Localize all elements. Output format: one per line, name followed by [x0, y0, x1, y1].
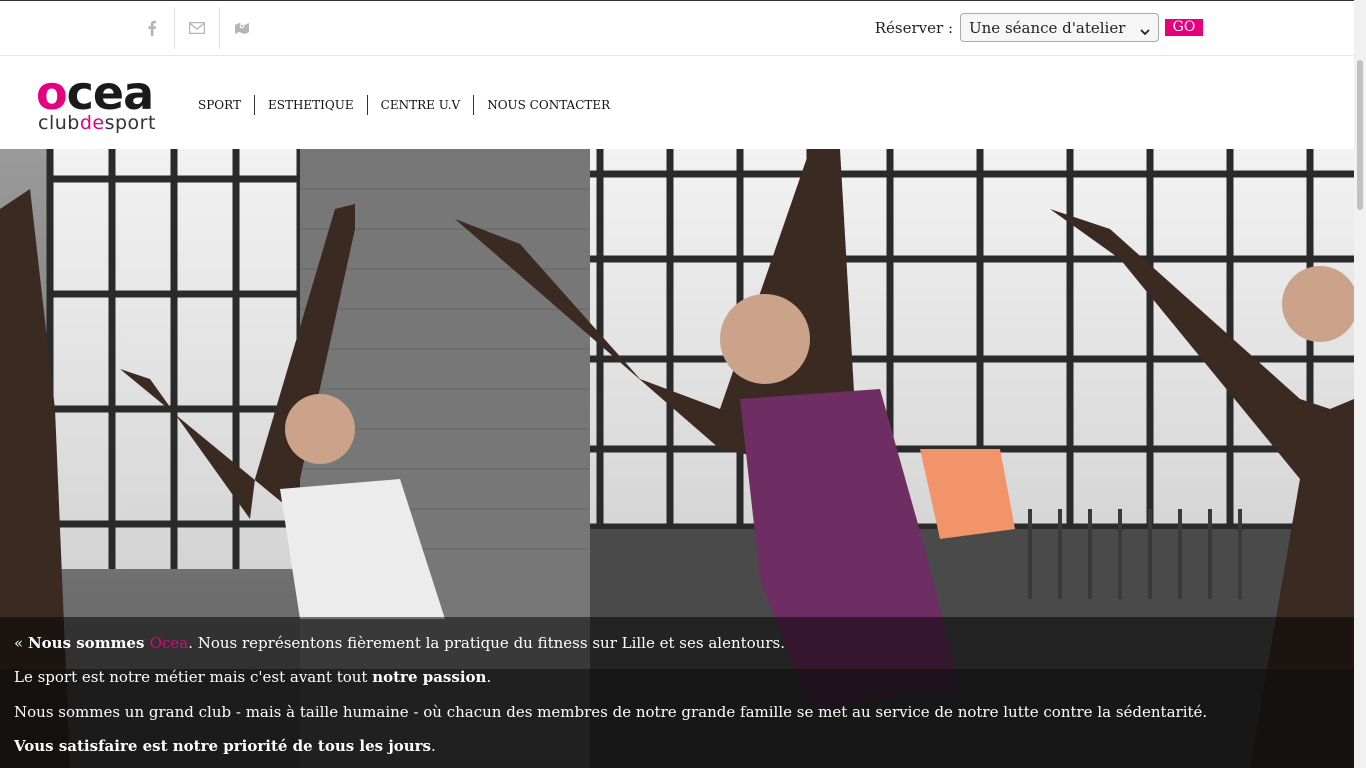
logo-tagline: clubdesport: [38, 112, 156, 134]
logo-wordmark: ocea: [36, 66, 154, 120]
envelope-icon: [189, 22, 205, 34]
chevron-down-icon: [1140, 23, 1150, 35]
facebook-icon: [147, 20, 157, 36]
go-button[interactable]: GO: [1165, 19, 1203, 36]
top-utility-bar: Réserver : Une séance d'atelier GO: [0, 1, 1354, 56]
caption-line-3: Nous sommes un grand club - mais à taill…: [14, 703, 1208, 721]
site-header: ocea clubdesport SPORT ESTHETIQUE CENTRE…: [0, 56, 1354, 149]
caption-line-1: « Nous sommes Ocea. Nous représentons fi…: [14, 634, 785, 652]
facebook-link[interactable]: [130, 7, 175, 49]
map-link[interactable]: [220, 7, 264, 49]
hero-banner: « Nous sommes Ocea. Nous représentons fi…: [0, 149, 1354, 768]
session-select-value: Une séance d'atelier: [969, 18, 1126, 37]
session-select[interactable]: Une séance d'atelier: [960, 13, 1159, 42]
social-links: [130, 7, 264, 49]
caption-line-2: Le sport est notre métier mais c'est ava…: [14, 668, 492, 686]
nav-item-esthetique[interactable]: ESTHETIQUE: [253, 95, 367, 115]
caption-line-4: Vous satisfaire est notre priorité de to…: [14, 737, 436, 755]
scrollbar-thumb[interactable]: [1357, 60, 1363, 210]
ocea-logo[interactable]: ocea clubdesport: [36, 68, 184, 134]
page-scrollbar[interactable]: [1354, 0, 1366, 768]
nav-item-nous-contacter[interactable]: NOUS CONTACTER: [473, 95, 623, 115]
email-link[interactable]: [175, 7, 220, 49]
map-icon: [234, 21, 250, 35]
nav-item-centre-uv[interactable]: CENTRE U.V: [366, 95, 474, 115]
intro-caption: « Nous sommes Ocea. Nous représentons fi…: [0, 617, 1354, 768]
main-nav: SPORT ESTHETIQUE CENTRE U.V NOUS CONTACT…: [198, 95, 623, 115]
reserve-label: Réserver :: [874, 18, 953, 37]
nav-item-sport[interactable]: SPORT: [198, 95, 254, 115]
reservation-form: Réserver : Une séance d'atelier GO: [875, 13, 1203, 42]
